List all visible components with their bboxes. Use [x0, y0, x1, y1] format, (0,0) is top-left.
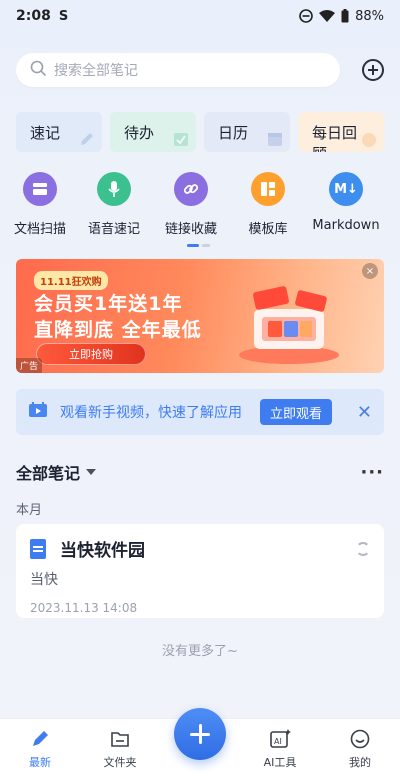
tools-pager — [187, 244, 210, 247]
nav-label: 文件夹 — [103, 756, 137, 769]
tool-link-save[interactable]: 链接收藏 — [151, 172, 231, 237]
pager-dot-active — [187, 244, 199, 247]
checklist-icon — [174, 133, 188, 146]
section-label-month: 本月 — [16, 503, 43, 518]
more-options-icon[interactable]: ··· — [360, 462, 384, 483]
tool-templates[interactable]: 模板库 — [228, 172, 308, 237]
quick-card-daily-review[interactable]: 每日回顾 — [298, 112, 384, 152]
status-time: 2:08 — [16, 8, 51, 24]
dnd-icon — [299, 9, 313, 23]
tool-voice-note[interactable]: 语音速记 — [74, 172, 154, 237]
watch-now-button[interactable]: 立即观看 — [260, 399, 333, 425]
nav-latest[interactable]: 最新 — [0, 719, 80, 776]
no-more-text: 没有更多了~ — [162, 644, 238, 659]
nav-ai-tools[interactable]: AI AI工具 — [240, 719, 320, 776]
battery-icon — [341, 9, 349, 23]
tool-label: 模板库 — [248, 222, 288, 237]
nav-label: 最新 — [29, 756, 51, 769]
app-indicator-icon: S — [58, 8, 69, 24]
promo-banner[interactable]: 11.11狂欢购 会员买1年送1年 直降到底 全年最低 立即抢购 广告 × — [16, 259, 384, 373]
quick-card-label: 每日回顾 — [312, 124, 358, 152]
svg-text:AI: AI — [274, 737, 282, 746]
ad-label: 广告 — [16, 358, 43, 373]
note-card[interactable]: 当快软件园 当快 2023.11.13 14:08 — [16, 524, 384, 618]
banner-close-icon[interactable]: × — [362, 263, 378, 279]
scan-doc-icon — [23, 172, 57, 206]
search-icon — [30, 60, 46, 80]
quick-card-label: 日历 — [218, 124, 249, 142]
link-icon — [174, 172, 208, 206]
tool-markdown[interactable]: M↓ Markdown — [306, 172, 386, 233]
review-icon — [362, 133, 376, 147]
create-note-fab[interactable] — [174, 708, 226, 760]
latest-icon — [29, 728, 51, 750]
video-bar-text: 观看新手视频，快速了解应用 — [60, 405, 242, 421]
note-title: 当快软件园 — [60, 541, 145, 561]
video-bar-close-icon[interactable]: ✕ — [357, 402, 372, 423]
folder-icon — [109, 728, 131, 750]
search-row: 搜索全部笔记 — [16, 52, 384, 88]
add-note-icon[interactable] — [362, 59, 384, 81]
microphone-icon — [97, 172, 131, 206]
tool-label: 链接收藏 — [164, 222, 217, 237]
calendar-icon — [268, 133, 282, 146]
banner-headline: 会员买1年送1年 — [34, 293, 183, 315]
tool-doc-scan[interactable]: 文档扫描 — [0, 172, 80, 237]
video-icon — [28, 402, 48, 422]
notes-filter-title[interactable]: 全部笔记 — [16, 460, 80, 484]
markdown-icon: M↓ — [329, 172, 363, 206]
note-preview: 当快 — [30, 572, 58, 588]
battery-percent: 88% — [355, 8, 384, 24]
banner-buy-button[interactable]: 立即抢购 — [36, 343, 146, 365]
tool-label: 语音速记 — [87, 222, 140, 237]
nav-label: 我的 — [349, 756, 371, 769]
chevron-down-icon[interactable] — [86, 469, 97, 475]
wifi-icon — [319, 10, 336, 22]
tutorial-video-bar: 观看新手视频，快速了解应用 立即观看 ✕ — [16, 389, 384, 435]
banner-tag: 11.11狂欢购 — [34, 271, 108, 290]
notes-header: 全部笔记 ··· — [16, 460, 384, 484]
quick-card-label: 速记 — [30, 124, 61, 142]
nav-label: AI工具 — [263, 756, 297, 769]
quick-card-todo[interactable]: 待办 — [110, 112, 196, 152]
status-bar: 2:08 S 88% — [0, 0, 400, 32]
sync-icon — [356, 541, 370, 556]
search-input[interactable]: 搜索全部笔记 — [16, 53, 340, 87]
document-icon — [30, 538, 46, 559]
profile-icon — [349, 728, 371, 750]
tool-label: 文档扫描 — [13, 222, 66, 237]
quick-card-label: 待办 — [124, 124, 155, 142]
pager-dot — [202, 244, 210, 247]
nav-folder[interactable]: 文件夹 — [80, 719, 160, 776]
ai-tools-icon: AI — [269, 728, 291, 750]
banner-subheadline: 直降到底 全年最低 — [34, 319, 202, 341]
tools-row: 文档扫描 语音速记 链接收藏 模板库 M↓ Markdown — [0, 172, 400, 242]
quick-card-shorthand[interactable]: 速记 — [16, 112, 102, 152]
gift-box-icon — [239, 286, 339, 364]
pencil-icon — [81, 133, 93, 145]
note-date: 2023.11.13 14:08 — [30, 601, 138, 615]
quick-card-calendar[interactable]: 日历 — [204, 112, 290, 152]
nav-profile[interactable]: 我的 — [320, 719, 400, 776]
quick-actions: 速记 待办 日历 每日回顾 — [16, 112, 400, 152]
template-icon — [251, 172, 285, 206]
search-placeholder: 搜索全部笔记 — [54, 63, 138, 79]
tool-label: Markdown — [312, 218, 380, 233]
